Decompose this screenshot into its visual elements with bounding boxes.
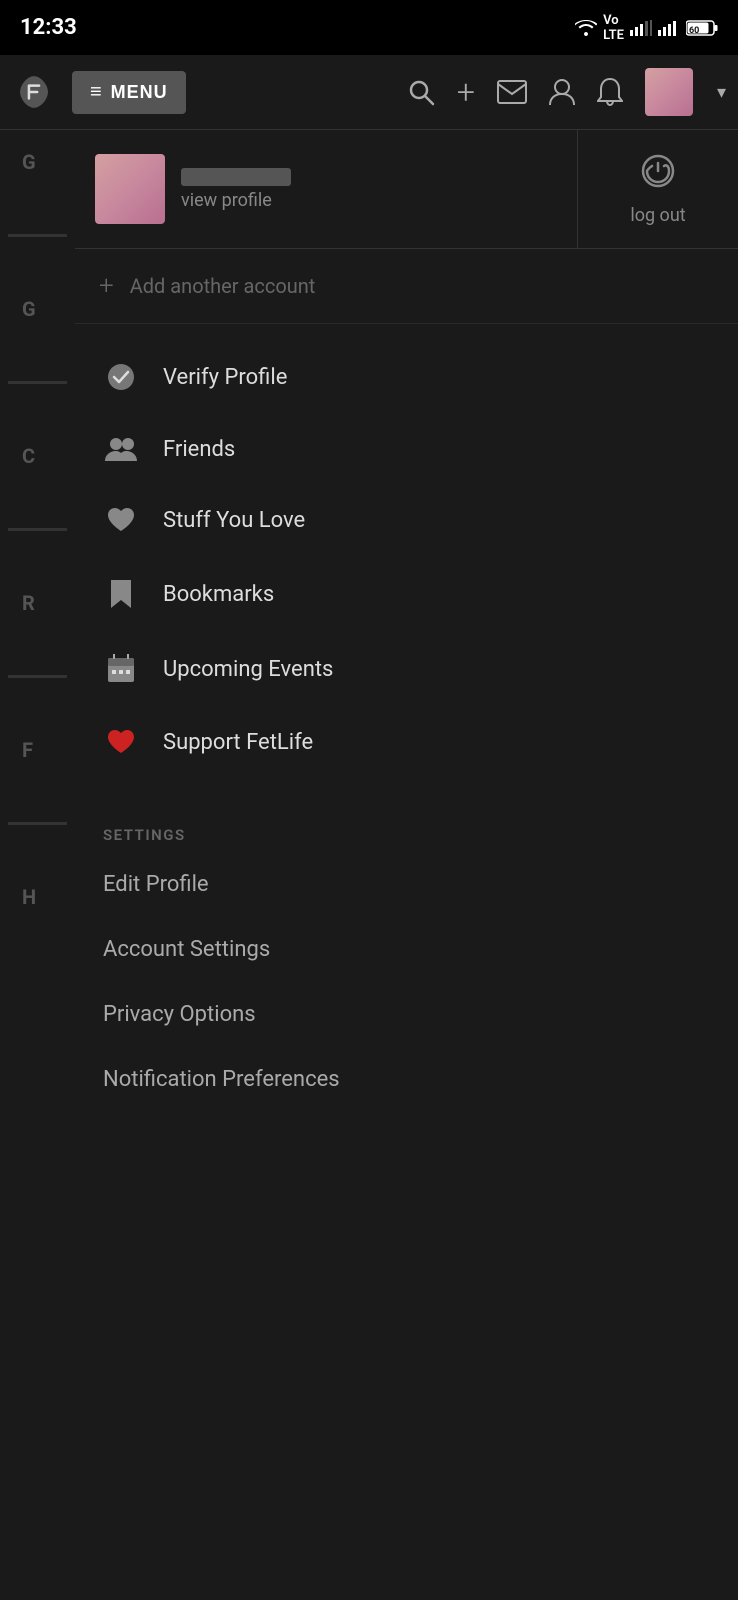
friends-icon bbox=[103, 436, 139, 462]
hamburger-icon: ≡ bbox=[90, 81, 103, 104]
status-time: 12:33 bbox=[20, 15, 77, 40]
bg-letter-c: C bbox=[0, 444, 75, 468]
app-logo[interactable] bbox=[12, 70, 56, 114]
view-profile-label: view profile bbox=[181, 190, 291, 211]
privacy-options-link[interactable]: Privacy Options bbox=[75, 982, 738, 1047]
signal2-icon bbox=[658, 20, 680, 36]
bg-letter-f: F bbox=[0, 738, 75, 762]
battery-icon: 60 bbox=[686, 20, 718, 36]
settings-section: SETTINGS Edit Profile Account Settings P… bbox=[75, 802, 738, 1120]
logout-icon bbox=[640, 153, 676, 197]
add-account-label: Add another account bbox=[130, 274, 316, 298]
menu-item-stuff-you-love[interactable]: Stuff You Love bbox=[75, 484, 738, 556]
profile-avatar-image bbox=[95, 154, 165, 224]
bg-divider-4 bbox=[8, 675, 67, 678]
bg-divider-5 bbox=[8, 822, 67, 825]
logout-button[interactable]: log out bbox=[578, 130, 738, 248]
volte-indicator: VoLTE bbox=[603, 13, 624, 43]
signal1-icon bbox=[630, 20, 652, 36]
profile-username-blur bbox=[181, 168, 291, 186]
profile-avatar bbox=[95, 154, 165, 224]
profile-section: view profile log out bbox=[75, 130, 738, 249]
status-bar: 12:33 VoLTE 60 bbox=[0, 0, 738, 55]
view-profile-link[interactable]: view profile bbox=[75, 130, 578, 248]
notifications-icon[interactable] bbox=[597, 77, 623, 107]
verify-profile-label: Verify Profile bbox=[163, 365, 287, 390]
menu-label: MENU bbox=[111, 82, 168, 103]
nav-icons: + ▾ bbox=[407, 68, 726, 116]
heart-red-icon bbox=[103, 728, 139, 756]
dropdown-arrow-icon[interactable]: ▾ bbox=[717, 82, 726, 103]
account-settings-link[interactable]: Account Settings bbox=[75, 917, 738, 982]
bg-letter-g1: G bbox=[0, 150, 75, 174]
add-account-button[interactable]: + Add another account bbox=[75, 249, 738, 324]
bg-divider-2 bbox=[8, 381, 67, 384]
user-icon[interactable] bbox=[549, 78, 575, 106]
upcoming-events-label: Upcoming Events bbox=[163, 657, 333, 682]
verify-icon bbox=[103, 362, 139, 392]
friends-label: Friends bbox=[163, 437, 235, 462]
add-icon[interactable]: + bbox=[457, 73, 475, 111]
menu-item-verify[interactable]: Verify Profile bbox=[75, 340, 738, 414]
menu-item-upcoming-events[interactable]: Upcoming Events bbox=[75, 632, 738, 706]
logout-label: log out bbox=[630, 205, 685, 226]
menu-overlay: view profile log out + Add another accou… bbox=[75, 130, 738, 1600]
background-sidebar: G G C R F H bbox=[0, 130, 75, 1600]
heart-gray-icon bbox=[103, 506, 139, 534]
calendar-icon bbox=[103, 654, 139, 684]
bg-divider-1 bbox=[8, 234, 67, 237]
notification-preferences-link[interactable]: Notification Preferences bbox=[75, 1047, 738, 1112]
bg-letter-r: R bbox=[0, 591, 75, 615]
edit-profile-link[interactable]: Edit Profile bbox=[75, 852, 738, 917]
stuff-you-love-label: Stuff You Love bbox=[163, 508, 305, 533]
bookmark-icon bbox=[103, 578, 139, 610]
menu-item-bookmarks[interactable]: Bookmarks bbox=[75, 556, 738, 632]
add-account-icon: + bbox=[99, 271, 114, 301]
menu-items-list: Verify Profile Friends Stuff You Love bbox=[75, 324, 738, 794]
menu-item-friends[interactable]: Friends bbox=[75, 414, 738, 484]
avatar-image bbox=[645, 68, 693, 116]
wifi-icon bbox=[575, 20, 597, 36]
settings-header: SETTINGS bbox=[75, 810, 738, 852]
menu-button[interactable]: ≡ MENU bbox=[72, 71, 186, 114]
support-label: Support FetLife bbox=[163, 730, 313, 755]
mail-icon[interactable] bbox=[497, 80, 527, 104]
profile-info: view profile bbox=[181, 168, 291, 211]
svg-text:60: 60 bbox=[689, 26, 699, 36]
bg-letter-h: H bbox=[0, 885, 75, 909]
bookmarks-label: Bookmarks bbox=[163, 582, 274, 607]
status-icons: VoLTE 60 bbox=[575, 13, 718, 43]
user-avatar[interactable] bbox=[645, 68, 693, 116]
search-icon[interactable] bbox=[407, 78, 435, 106]
bg-divider-3 bbox=[8, 528, 67, 531]
bg-letter-g2: G bbox=[0, 297, 75, 321]
menu-item-support[interactable]: Support FetLife bbox=[75, 706, 738, 778]
fetlife-logo-icon bbox=[15, 73, 53, 111]
navbar: ≡ MENU + bbox=[0, 55, 738, 130]
